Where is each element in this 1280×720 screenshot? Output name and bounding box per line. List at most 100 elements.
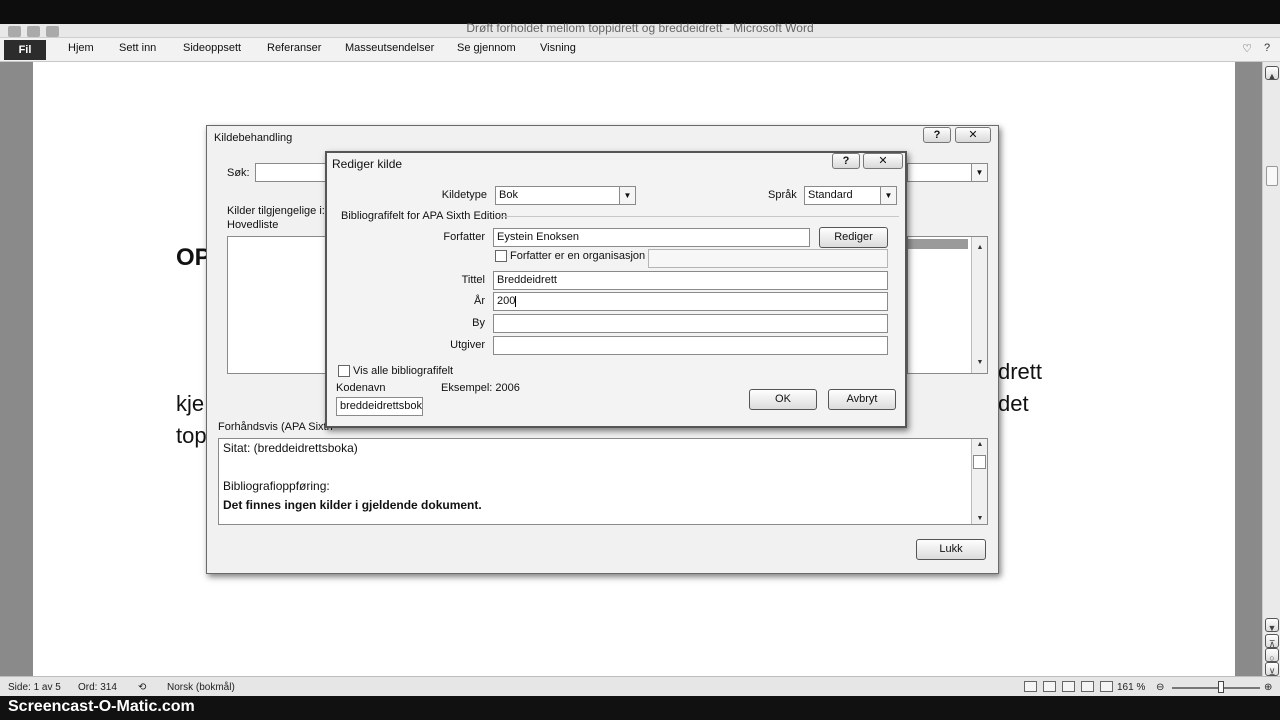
doc-text-fragment: kje: [176, 391, 205, 416]
outline-icon[interactable]: [1081, 681, 1094, 692]
master-list-label: Hovedliste: [227, 219, 279, 231]
scroll-down-icon[interactable]: ▼: [972, 354, 987, 371]
city-label: By: [472, 317, 485, 329]
language-status[interactable]: Norsk (bokmål): [167, 682, 235, 693]
zoom-slider[interactable]: [1172, 687, 1260, 689]
word-count[interactable]: Ord: 314: [78, 682, 117, 693]
bibliography-group-label: Bibliografifelt for APA Sixth Edition: [341, 210, 508, 222]
window-title: Drøft forholdet mellom toppidrett og bre…: [466, 21, 814, 35]
year-field[interactable]: 200: [493, 292, 888, 311]
print-layout-icon[interactable]: [1024, 681, 1037, 692]
city-field[interactable]: [493, 314, 888, 333]
year-label: År: [474, 295, 485, 307]
close-button[interactable]: Lukk: [916, 539, 986, 560]
source-type-value: Bok: [499, 189, 518, 201]
zoom-out-icon[interactable]: ⊖: [1156, 682, 1164, 693]
tab-mailings[interactable]: Masseutsendelser: [345, 42, 434, 54]
search-input[interactable]: [255, 163, 331, 182]
show-all-fields-checkbox[interactable]: [338, 365, 350, 377]
page-count[interactable]: Side: 1 av 5: [8, 682, 61, 693]
tag-name-label: Kodenavn: [336, 382, 386, 394]
tab-file[interactable]: Fil: [4, 40, 46, 60]
corporate-author-field[interactable]: [648, 249, 888, 268]
watermark: Screencast-O-Matic.com: [0, 696, 1280, 720]
preview-bibliography-heading: Bibliografioppføring:: [223, 479, 330, 493]
scroll-thumb[interactable]: [973, 455, 986, 469]
edit-source-help-icon[interactable]: ?: [832, 153, 860, 169]
tab-page-layout[interactable]: Sideoppsett: [183, 42, 241, 54]
source-manager-close-icon[interactable]: ✕: [955, 127, 991, 143]
edit-source-title: Rediger kilde: [332, 157, 403, 171]
help-icon[interactable]: ?: [1260, 42, 1274, 55]
author-label: Forfatter: [443, 231, 485, 243]
preview-scrollbar[interactable]: ▲ ▼: [971, 439, 987, 524]
show-all-fields-label: Vis alle bibliografifelt: [353, 365, 454, 377]
source-type-dropdown[interactable]: Bok ▼: [495, 186, 636, 205]
ok-button[interactable]: OK: [749, 389, 817, 410]
browse-object-icon[interactable]: ○: [1265, 648, 1279, 663]
source-type-label: Kildetype: [441, 189, 487, 201]
scroll-down-icon[interactable]: ▼: [1265, 618, 1279, 633]
text-cursor: [515, 295, 517, 307]
chevron-down-icon: ▼: [971, 164, 987, 181]
search-label: Søk:: [227, 167, 250, 179]
example-text: Eksempel: 2006: [441, 382, 520, 394]
year-value: 200: [497, 295, 516, 307]
publisher-label: Utgiver: [450, 339, 485, 351]
next-page-icon[interactable]: ⊻: [1265, 662, 1279, 677]
group-divider: [501, 216, 899, 217]
list-item-selected[interactable]: [908, 239, 968, 249]
preview-citation: Sitat: (breddeidrettsboka): [223, 441, 358, 455]
ribbon-controls: ♡ ?: [1240, 42, 1274, 55]
scroll-up-icon[interactable]: ▲: [972, 441, 988, 448]
corporate-author-label: Forfatter er en organisasjon: [510, 250, 646, 262]
zoom-slider-thumb[interactable]: [1218, 681, 1224, 693]
ribbon-tabs: Fil Hjem Sett inn Sideoppsett Referanser…: [0, 38, 1280, 62]
available-sources-label: Kilder tilgjengelige i:: [227, 205, 325, 217]
tab-review[interactable]: Se gjennom: [457, 42, 516, 54]
title-field[interactable]: Breddeidrett: [493, 271, 888, 290]
doc-text-fragment: drett: [998, 359, 1043, 384]
tab-home[interactable]: Hjem: [68, 42, 94, 54]
author-field[interactable]: Eystein Enoksen: [493, 228, 810, 247]
proofing-icon[interactable]: ⟲: [138, 682, 146, 693]
full-screen-icon[interactable]: [1043, 681, 1056, 692]
sort-dropdown[interactable]: ▼: [907, 163, 988, 182]
language-label: Språk: [768, 189, 797, 201]
publisher-field[interactable]: [493, 336, 888, 355]
edit-author-button[interactable]: Rediger: [819, 227, 888, 248]
cancel-button[interactable]: Avbryt: [828, 389, 896, 410]
document-scrollbar[interactable]: ▲ ▼ ⊼ ○ ⊻: [1262, 62, 1280, 677]
tab-insert[interactable]: Sett inn: [119, 42, 156, 54]
current-list-scrollbar[interactable]: ▲ ▼: [971, 237, 987, 373]
doc-text-fragment: top: [176, 423, 207, 448]
edit-source-dialog: Rediger kilde ? ✕ Kildetype Bok ▼ Språk S…: [325, 151, 907, 428]
scroll-up-icon[interactable]: ▲: [972, 239, 987, 256]
scroll-up-icon[interactable]: ▲: [1265, 66, 1279, 81]
chevron-down-icon: ▼: [619, 187, 635, 204]
preview-box: Sitat: (breddeidrettsboka) Bibliografiop…: [218, 438, 988, 525]
web-layout-icon[interactable]: [1062, 681, 1075, 692]
tag-name-field[interactable]: breddeidrettsboka: [336, 397, 423, 416]
title-bar: Drøft forholdet mellom toppidrett og bre…: [0, 0, 1280, 38]
zoom-level[interactable]: 161 %: [1117, 682, 1145, 693]
status-bar: Side: 1 av 5 Ord: 314 ⟲ Norsk (bokmål) 1…: [0, 676, 1280, 696]
previous-page-icon[interactable]: ⊼: [1265, 634, 1279, 649]
zoom-in-icon[interactable]: ⊕: [1264, 682, 1272, 693]
view-buttons: [1024, 681, 1113, 692]
draft-icon[interactable]: [1100, 681, 1113, 692]
minimize-ribbon-icon[interactable]: ♡: [1240, 42, 1254, 55]
scroll-down-icon[interactable]: ▼: [972, 515, 988, 522]
edit-source-close-icon[interactable]: ✕: [863, 153, 903, 169]
corporate-author-checkbox[interactable]: [495, 250, 507, 262]
master-list-box[interactable]: [227, 236, 327, 374]
source-manager-title: Kildebehandling: [214, 132, 293, 144]
language-dropdown[interactable]: Standard ▼: [804, 186, 897, 205]
tab-references[interactable]: Referanser: [267, 42, 321, 54]
language-value: Standard: [808, 189, 853, 201]
preview-bibliography-text: Det finnes ingen kilder i gjeldende doku…: [223, 498, 482, 512]
current-list-box[interactable]: ▲ ▼: [907, 236, 988, 374]
scroll-thumb[interactable]: [1266, 166, 1278, 186]
source-manager-help-icon[interactable]: ?: [923, 127, 951, 143]
tab-view[interactable]: Visning: [540, 42, 576, 54]
